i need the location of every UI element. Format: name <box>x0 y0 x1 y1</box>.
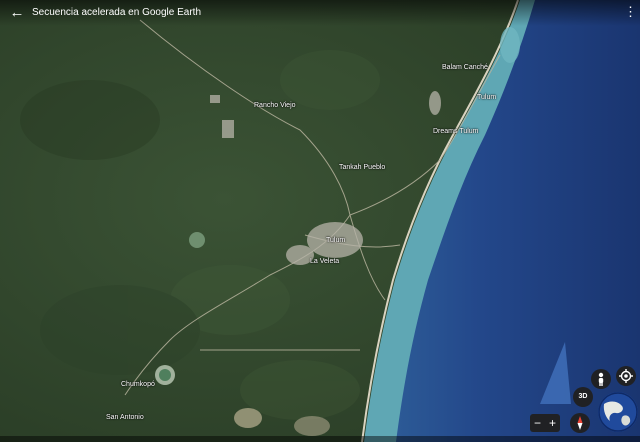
place-label-tulum-ruins[interactable]: Tulum <box>477 93 496 102</box>
zoom-in-button[interactable]: + <box>545 414 560 432</box>
place-label-rancho-viejo[interactable]: Rancho Viejo <box>254 101 296 110</box>
globe-button[interactable] <box>598 392 638 432</box>
place-label-balam-canche[interactable]: Balam Canché <box>442 63 488 72</box>
place-label-san-antonio[interactable]: San Antonio <box>106 413 144 422</box>
place-label-tankah-pueblo[interactable]: Tankah Pueblo <box>339 163 385 172</box>
top-bar: ← Secuencia acelerada en Google Earth ⋮ <box>0 0 640 26</box>
lagoon <box>500 27 520 63</box>
status-bar <box>0 436 640 442</box>
my-location-button[interactable] <box>616 366 636 386</box>
quarry <box>294 416 330 436</box>
globe-icon <box>598 392 638 432</box>
page-title: Secuencia acelerada en Google Earth <box>32 7 202 18</box>
street-view-button[interactable] <box>591 369 611 389</box>
zoom-out-button[interactable]: − <box>530 414 545 432</box>
compass-button[interactable] <box>570 413 590 433</box>
back-arrow-icon[interactable]: ← <box>9 5 25 21</box>
clearing <box>189 232 205 248</box>
my-location-icon <box>619 369 633 383</box>
compass-icon <box>577 416 583 430</box>
3d-toggle-button[interactable]: 3D <box>573 387 593 407</box>
quarry <box>234 408 262 428</box>
place-label-chumkopo[interactable]: Chumkopó <box>121 380 155 389</box>
more-vert-icon[interactable]: ⋮ <box>624 4 637 20</box>
zoom-control: − + <box>530 414 560 432</box>
cenote-inner <box>159 369 171 381</box>
place-label-tulum-town[interactable]: Tulum <box>326 236 345 245</box>
place-label-la-veleta[interactable]: La Veleta <box>310 257 339 266</box>
pegman-icon <box>598 372 604 386</box>
satellite-map[interactable] <box>0 0 640 442</box>
3d-toggle-label: 3D <box>578 393 588 400</box>
place-label-dreams-tulum[interactable]: Dreams Tulum <box>433 127 479 136</box>
